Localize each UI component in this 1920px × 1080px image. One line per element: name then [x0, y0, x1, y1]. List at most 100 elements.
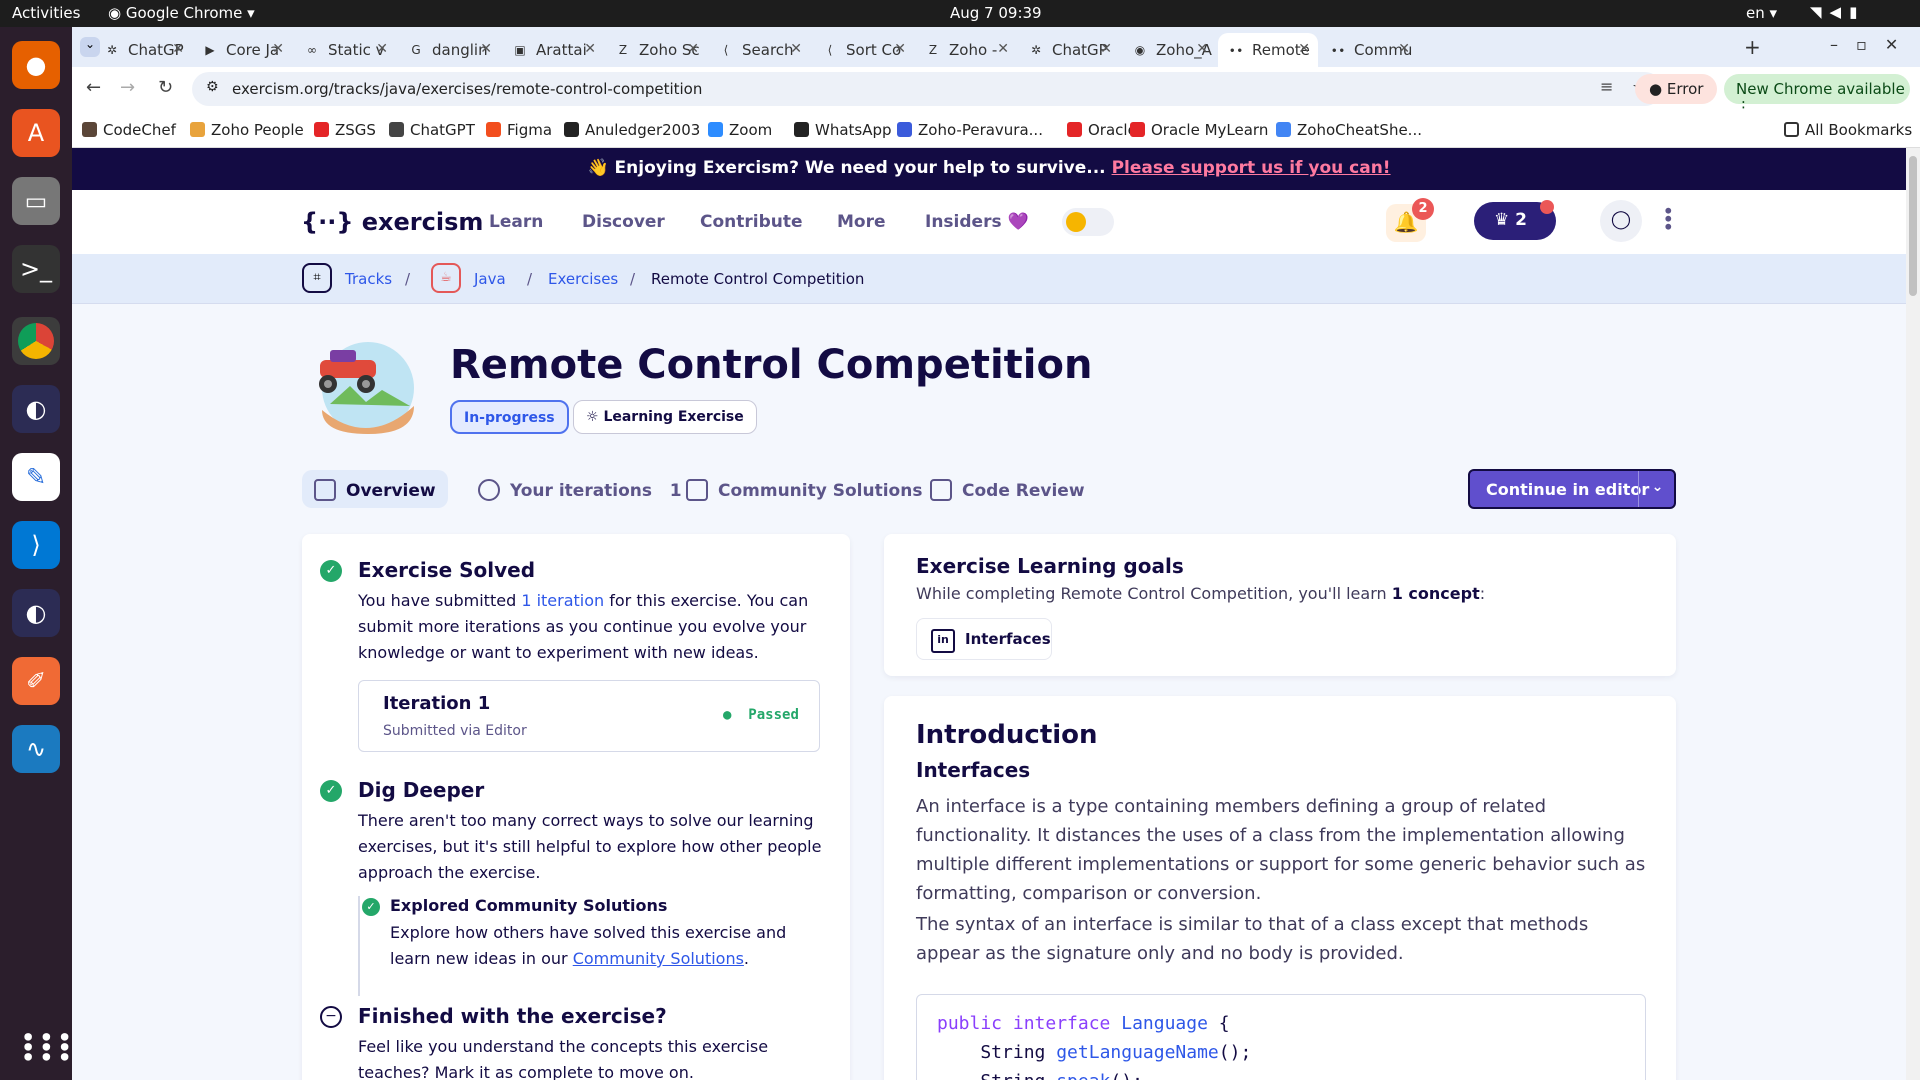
bookmark-item[interactable]: Zoho-Peravura...: [897, 121, 1043, 139]
reading-list-icon[interactable]: ≡: [1600, 77, 1613, 96]
nav-learn[interactable]: Learn: [489, 212, 543, 232]
chevron-down-icon[interactable]: ⌄: [1638, 471, 1676, 507]
breadcrumb-exercises[interactable]: Exercises: [548, 270, 618, 288]
breadcrumb-java[interactable]: Java: [474, 270, 506, 288]
bookmark-item[interactable]: Anuledger2003: [564, 121, 700, 139]
tab-11[interactable]: ∙∙ Remote ✕: [1218, 33, 1318, 67]
community-solutions-link[interactable]: Community Solutions: [573, 949, 744, 968]
bookmark-item[interactable]: ZohoCheatShe...: [1276, 121, 1422, 139]
text-editor-icon[interactable]: ✎: [12, 453, 60, 501]
all-bookmarks-button[interactable]: All Bookmarks: [1784, 121, 1912, 139]
close-icon[interactable]: ✕: [1398, 41, 1410, 57]
update-chrome-button[interactable]: New Chrome available ⋮: [1724, 74, 1910, 116]
bookmark-item[interactable]: WhatsApp: [794, 121, 892, 139]
terminal-icon[interactable]: >_: [12, 245, 60, 293]
system-tray[interactable]: ◥◀▮: [1810, 3, 1865, 21]
bookmark-item[interactable]: Zoom: [708, 121, 772, 139]
bookmark-item[interactable]: ZSGS: [314, 121, 376, 139]
url-input[interactable]: ⚙ exercism.org/tracks/java/exercises/rem…: [192, 72, 1662, 106]
files-icon[interactable]: ▭: [12, 177, 60, 225]
eclipse-icon[interactable]: ◐: [12, 385, 60, 433]
tab-10[interactable]: ◉ Zoho_A ✕: [1122, 33, 1216, 67]
explored-block: ✓ Explored Community Solutions Explore h…: [358, 896, 818, 996]
close-icon[interactable]: ✕: [584, 41, 596, 57]
more-menu-icon[interactable]: ∙ ∙ ∙: [1662, 200, 1675, 236]
close-icon[interactable]: ✕: [1298, 41, 1310, 57]
close-icon[interactable]: ✕: [997, 41, 1009, 57]
tab-community-solutions[interactable]: Community Solutions: [674, 470, 934, 508]
breadcrumb-tracks[interactable]: Tracks: [345, 270, 392, 288]
close-icon[interactable]: ✕: [894, 41, 906, 57]
close-icon[interactable]: ✕: [172, 41, 184, 57]
youtube-icon: ▶: [205, 43, 215, 57]
user-avatar[interactable]: ◯: [1600, 200, 1642, 242]
close-icon[interactable]: ✕: [272, 41, 284, 57]
scrollbar-thumb[interactable]: [1909, 156, 1917, 296]
tab-overview-label: Overview: [346, 481, 436, 501]
tab-code-review[interactable]: Code Review: [918, 470, 1097, 508]
support-link[interactable]: Please support us if you can!: [1112, 158, 1391, 178]
nav-insiders[interactable]: Insiders 💜: [925, 212, 1029, 232]
bookmark-item[interactable]: ChatGPT: [389, 121, 475, 139]
close-icon[interactable]: ✕: [1100, 41, 1112, 57]
iteration-card[interactable]: Iteration 1 Submitted via Editor ● Passe…: [358, 680, 820, 752]
tab-12[interactable]: ∙∙ Commu ✕: [1320, 33, 1418, 67]
tab-5[interactable]: Z Zoho Sc ✕: [605, 33, 707, 67]
address-bar-row: ← → ↻ ⚙ exercism.org/tracks/java/exercis…: [72, 67, 1920, 116]
page-scrollbar[interactable]: [1906, 148, 1920, 1080]
tab-6[interactable]: ⟨ Search ✕: [708, 33, 810, 67]
language-indicator[interactable]: en ▾: [1746, 4, 1777, 22]
new-tab-button[interactable]: +: [1744, 35, 1761, 59]
clock[interactable]: Aug 7 09:39: [950, 4, 1042, 22]
nav-discover[interactable]: Discover: [582, 212, 665, 232]
tab-3[interactable]: Gdanglin ✕: [398, 33, 500, 67]
iteration-link[interactable]: 1 iteration: [521, 591, 604, 610]
bookmark-item[interactable]: CodeChef: [82, 121, 176, 139]
nav-more[interactable]: More: [837, 212, 886, 232]
tab-0[interactable]: ✲ ChatGP ✕: [94, 33, 192, 67]
firefox-icon[interactable]: ●: [12, 41, 60, 89]
bookmark-item[interactable]: Zoho People: [190, 121, 304, 139]
window-controls[interactable]: –▫✕: [1830, 35, 1916, 54]
tab-overview[interactable]: Overview: [302, 470, 448, 508]
site-info-icon[interactable]: ⚙: [206, 79, 219, 95]
bookmark-item[interactable]: Oracle MyLearn: [1130, 121, 1268, 139]
reputation-button[interactable]: ♛ 2: [1474, 200, 1556, 240]
tab-iterations[interactable]: Your iterations 1: [466, 470, 694, 508]
chrome-icon[interactable]: [12, 317, 60, 365]
reload-button[interactable]: ↻: [158, 77, 173, 98]
monitor-icon[interactable]: ∿: [12, 725, 60, 773]
activities-button[interactable]: Activities: [12, 4, 80, 22]
vscode-icon[interactable]: ⟩: [12, 521, 60, 569]
theme-toggle[interactable]: [1062, 208, 1114, 236]
tab-8[interactable]: Z Zoho - ✕: [915, 33, 1017, 67]
tab-1[interactable]: ▶ Core Ja ✕: [192, 33, 292, 67]
tab-4[interactable]: ▣ Arattai ✕: [502, 33, 604, 67]
back-button[interactable]: ←: [86, 77, 101, 98]
bookmark-icon: [897, 122, 912, 137]
close-icon[interactable]: ✕: [1196, 41, 1208, 57]
tab-7[interactable]: ⟨ Sort Co ✕: [812, 33, 914, 67]
concept-interfaces[interactable]: in Interfaces: [916, 618, 1052, 660]
eclipse-2-icon[interactable]: ◐: [12, 589, 60, 637]
bookmark-item[interactable]: Oracle: [1067, 121, 1137, 139]
nav-contribute[interactable]: Contribute: [700, 212, 803, 232]
close-icon[interactable]: ✕: [790, 41, 802, 57]
app-menu[interactable]: ◉ Google Chrome ▾: [108, 4, 255, 22]
bookmark-item[interactable]: Figma: [486, 121, 552, 139]
show-apps-icon[interactable]: ∙∙∙ ∙∙∙ ∙∙∙: [20, 1024, 75, 1070]
close-icon[interactable]: ✕: [687, 41, 699, 57]
tab-9[interactable]: ✲ ChatGP ✕: [1018, 33, 1120, 67]
close-icon[interactable]: ✕: [480, 41, 492, 57]
profile-error-button[interactable]: ● Error: [1635, 74, 1717, 104]
tab-label: Core Ja: [226, 41, 280, 59]
notifications-button[interactable]: 🔔 2: [1386, 198, 1434, 242]
forward-button[interactable]: →: [120, 77, 135, 98]
close-icon[interactable]: ✕: [376, 41, 388, 57]
software-center-icon[interactable]: A: [12, 109, 60, 157]
explored-text-end: .: [743, 949, 750, 968]
continue-in-editor-button[interactable]: Continue in editor ⌄: [1468, 469, 1676, 509]
postman-icon[interactable]: ✐: [12, 657, 60, 705]
tab-2[interactable]: ∞ Static v ✕: [294, 33, 396, 67]
exercism-logo[interactable]: {∙∙} exercism: [301, 208, 483, 236]
